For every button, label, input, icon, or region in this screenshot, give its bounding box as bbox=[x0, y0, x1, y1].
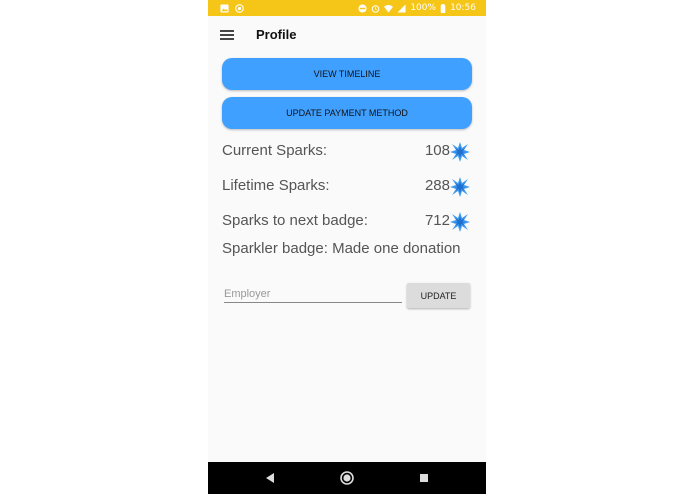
lifetime-sparks-row: Lifetime Sparks: 288 bbox=[222, 177, 470, 199]
view-timeline-button[interactable]: VIEW TIMELINE bbox=[222, 58, 472, 90]
status-bar-left bbox=[220, 0, 244, 16]
image-icon bbox=[220, 3, 229, 13]
battery-icon bbox=[440, 3, 446, 13]
lifetime-sparks-value: 288 bbox=[424, 177, 450, 194]
recents-icon[interactable] bbox=[416, 470, 432, 486]
app-bar: Profile bbox=[208, 16, 486, 56]
lifetime-sparks-label: Lifetime Sparks: bbox=[222, 177, 330, 194]
status-time: 10:56 bbox=[450, 3, 476, 13]
spark-icon bbox=[450, 212, 470, 232]
current-sparks-label: Current Sparks: bbox=[222, 142, 328, 159]
update-button[interactable]: UPDATE bbox=[407, 283, 470, 308]
current-sparks-row: Current Sparks: 108 bbox=[222, 142, 470, 164]
current-sparks-value: 108 bbox=[424, 142, 450, 159]
update-payment-method-button[interactable]: UPDATE PAYMENT METHOD bbox=[222, 97, 472, 129]
employer-input[interactable] bbox=[224, 286, 402, 303]
hamburger-menu-icon[interactable] bbox=[220, 30, 234, 40]
spark-icon bbox=[450, 142, 470, 162]
back-icon[interactable] bbox=[262, 470, 278, 486]
sparks-to-next-badge-label: Sparks to next badge: bbox=[222, 212, 368, 229]
navigation-bar bbox=[208, 462, 486, 494]
page-title: Profile bbox=[256, 27, 297, 42]
circle-notification-icon bbox=[235, 3, 244, 13]
spark-icon bbox=[450, 177, 470, 197]
phone-screen: 100% 10:56 Profile VIEW TIMELINE UPDATE … bbox=[208, 0, 486, 494]
sparks-to-next-badge-row: Sparks to next badge: 712 bbox=[222, 212, 470, 234]
battery-percent: 100% bbox=[410, 3, 437, 13]
status-bar-right: 100% 10:56 bbox=[358, 0, 476, 16]
sparks-to-next-badge-value: 712 bbox=[424, 212, 450, 229]
alarm-icon bbox=[372, 4, 380, 13]
wifi-icon bbox=[384, 4, 394, 13]
home-icon[interactable] bbox=[339, 470, 355, 486]
badge-description: Sparkler badge: Made one donation bbox=[222, 240, 461, 257]
do-not-disturb-icon bbox=[358, 3, 367, 13]
status-bar: 100% 10:56 bbox=[208, 0, 486, 16]
signal-icon bbox=[397, 3, 406, 13]
